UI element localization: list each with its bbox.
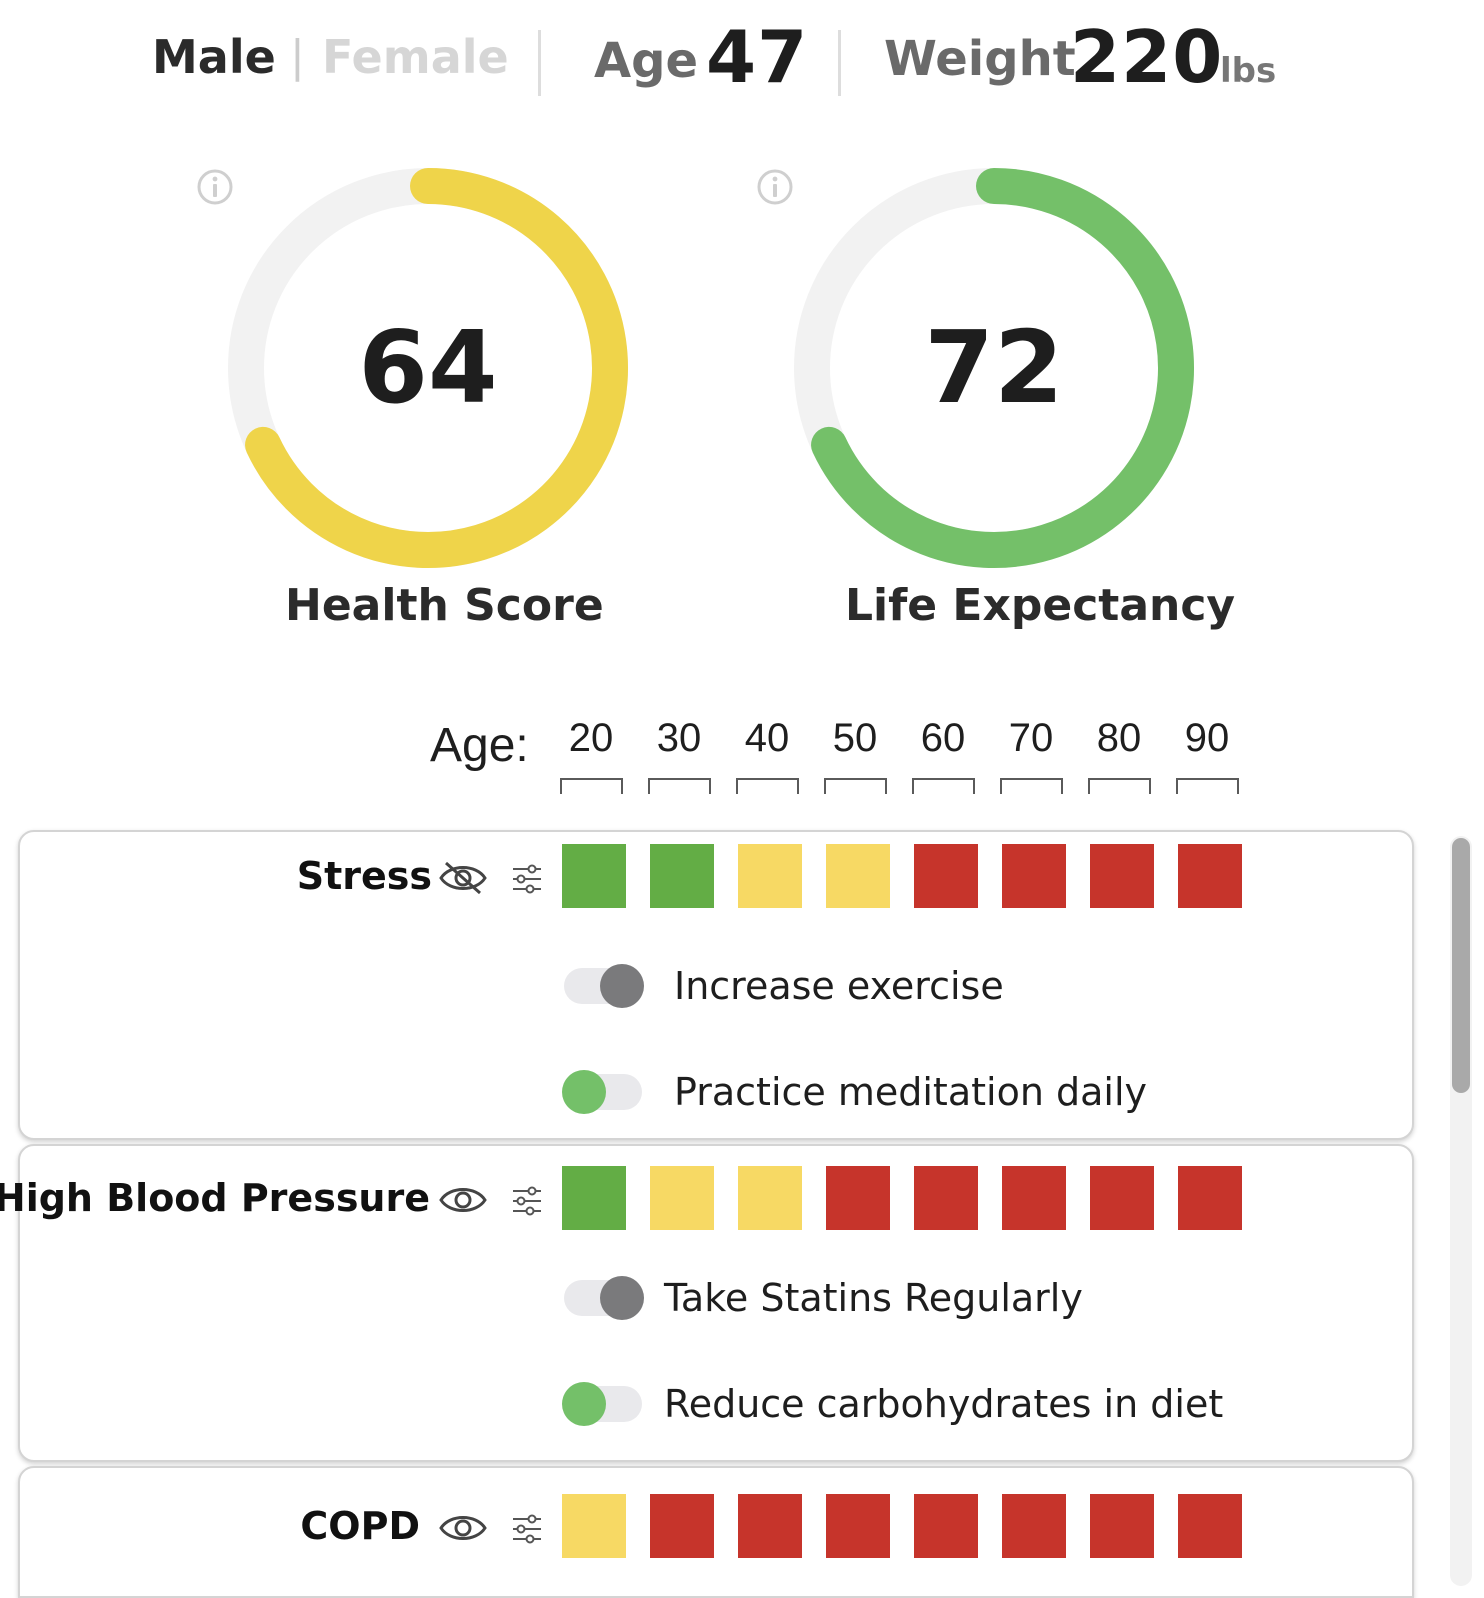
weight-value[interactable]: 220 [1070, 21, 1223, 93]
risk-cell-high [1002, 844, 1066, 908]
risk-cell-high [1178, 844, 1242, 908]
age-tick-label: 20 [568, 716, 614, 760]
age-tick-bracket [912, 778, 975, 794]
toggle-knob [600, 964, 644, 1008]
age-tick-label: 40 [744, 716, 790, 760]
condition-card-high-blood-pressure: High Blood Pressure Take Statins Regular… [0, 1144, 1414, 1462]
risk-cell-high [826, 1166, 890, 1230]
recommendation-toggle[interactable] [562, 1070, 644, 1114]
life-expectancy-value: 72 [924, 309, 1063, 426]
toggle-knob [600, 1276, 644, 1320]
risk-cell-high [1178, 1166, 1242, 1230]
age-tick-bracket [824, 778, 887, 794]
sex-separator: | [290, 31, 305, 82]
risk-cell-high [1002, 1494, 1066, 1558]
age-label: Age [594, 33, 699, 89]
risk-cell-high [1178, 1494, 1242, 1558]
risk-cell-high [1090, 1166, 1154, 1230]
risk-cell-high [738, 1494, 802, 1558]
health-score-label: Health Score [285, 580, 604, 631]
sex-male-option[interactable]: Male [152, 22, 276, 92]
age-tick-label: 50 [832, 716, 878, 760]
recommendation-label: Take Statins Regularly [664, 1276, 1083, 1320]
risk-cell-medium [562, 1494, 626, 1558]
risk-cell-high [1090, 844, 1154, 908]
recommendation-label: Practice meditation daily [674, 1070, 1147, 1114]
age-value[interactable]: 47 [706, 21, 808, 93]
age-tick-label: 80 [1096, 716, 1142, 760]
toggle-knob [562, 1382, 606, 1426]
age-tick-label: 60 [920, 716, 966, 760]
eye-icon[interactable] [438, 1510, 488, 1546]
sex-female-option[interactable]: Female [322, 22, 509, 92]
header-divider [538, 30, 541, 96]
eye-icon[interactable] [438, 1182, 488, 1218]
risk-cell-medium [738, 844, 802, 908]
recommendation-label: Increase exercise [674, 964, 1004, 1008]
health-score-gauge: 64 [228, 168, 628, 568]
risk-cell-high [650, 1494, 714, 1558]
risk-cell-low [562, 1166, 626, 1230]
weight-label: Weight [884, 31, 1076, 87]
recommendation-toggle[interactable] [562, 1276, 644, 1320]
age-tick-bracket [1176, 778, 1239, 794]
age-tick-bracket [1000, 778, 1063, 794]
risk-cell-high [1002, 1166, 1066, 1230]
age-tick-bracket [648, 778, 711, 794]
adjust-sliders-icon[interactable] [510, 1512, 544, 1546]
risk-cell-high [914, 1166, 978, 1230]
health-score-value: 64 [358, 309, 497, 426]
risk-cell-medium [826, 844, 890, 908]
adjust-sliders-icon[interactable] [510, 1184, 544, 1218]
adjust-sliders-icon[interactable] [510, 862, 544, 896]
risk-cell-high [1090, 1494, 1154, 1558]
condition-name: Stress [296, 854, 432, 898]
risk-cell-high [914, 1494, 978, 1558]
weight-unit: lbs [1220, 51, 1277, 91]
condition-card-copd: COPD [18, 1466, 1414, 1598]
risk-cell-high [914, 844, 978, 908]
risk-cell-high [826, 1494, 890, 1558]
age-tick-label: 30 [656, 716, 702, 760]
toggle-knob [562, 1070, 606, 1114]
condition-name: COPD [300, 1504, 420, 1548]
header-divider [838, 30, 841, 96]
recommendation-toggle[interactable] [562, 964, 644, 1008]
recommendation-toggle[interactable] [562, 1382, 644, 1426]
age-tick-label: 90 [1184, 716, 1230, 760]
age-tick-bracket [736, 778, 799, 794]
age-tick-bracket [560, 778, 623, 794]
condition-card-stress: Stress Increase exercise Practice medita… [18, 830, 1414, 1140]
life-expectancy-label: Life Expectancy [845, 580, 1236, 631]
risk-cell-low [562, 844, 626, 908]
scrollbar-thumb[interactable] [1452, 838, 1470, 1093]
condition-name: High Blood Pressure [0, 1176, 430, 1220]
age-tick-bracket [1088, 778, 1151, 794]
risk-cell-medium [738, 1166, 802, 1230]
age-tick-label: 70 [1008, 716, 1054, 760]
risk-cell-medium [650, 1166, 714, 1230]
recommendation-label: Reduce carbohydrates in diet [664, 1382, 1224, 1426]
age-scale-label: Age: [430, 719, 529, 772]
risk-cell-low [650, 844, 714, 908]
eye-off-icon[interactable] [438, 860, 488, 896]
life-expectancy-gauge: 72 [794, 168, 1194, 568]
